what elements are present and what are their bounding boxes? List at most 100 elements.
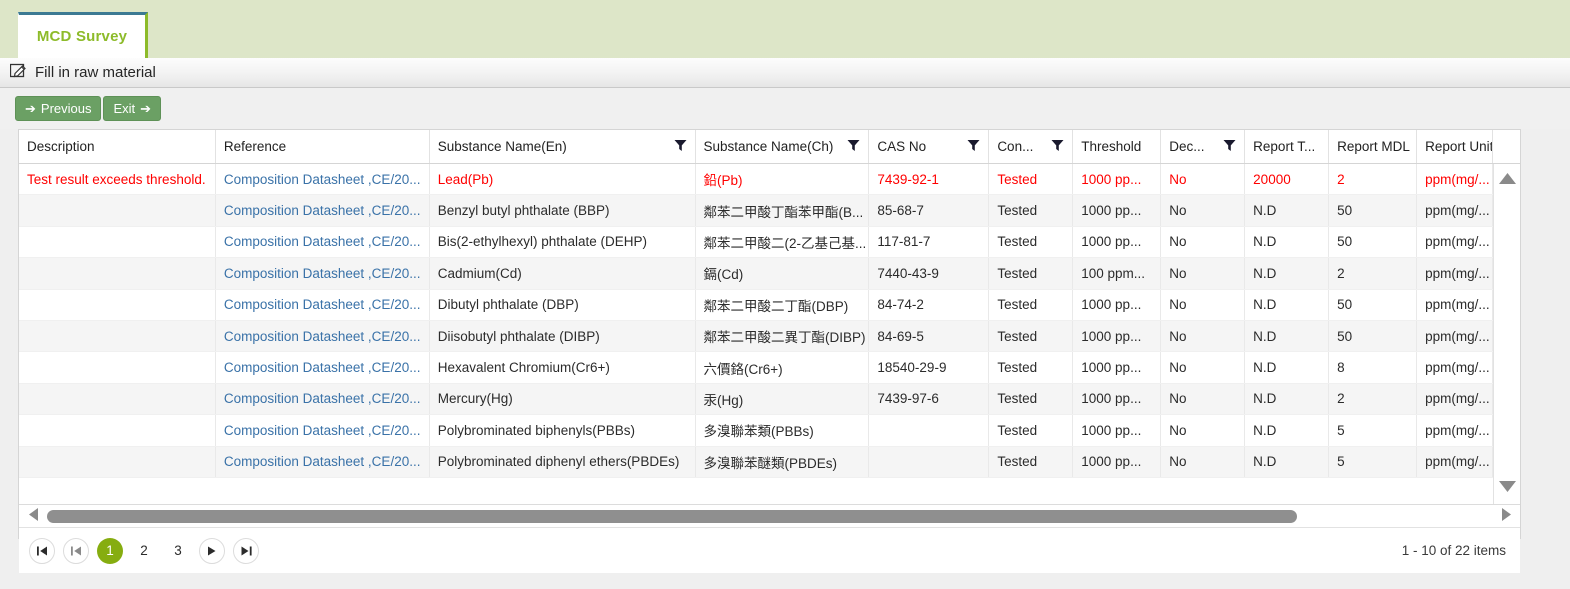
column-header-report-unit[interactable]: Report Unit	[1417, 130, 1494, 163]
cell-con: Tested	[989, 226, 1074, 258]
filter-funnel-icon[interactable]	[668, 139, 687, 155]
column-header-substance-name-ch[interactable]: Substance Name(Ch)	[696, 130, 870, 163]
cell-description	[19, 446, 216, 477]
cell-name-ch: 鄰苯二甲酸丁酯苯甲酯(B...	[696, 195, 870, 226]
cell-dec: No	[1161, 226, 1246, 258]
cell-description: Test result exceeds threshold.	[19, 164, 216, 195]
cell-con: Tested	[989, 195, 1074, 226]
cell-threshold: 1000 pp...	[1073, 289, 1162, 320]
column-header-report-t[interactable]: Report T...	[1245, 130, 1330, 163]
cell-report-mdl: 50	[1329, 289, 1418, 320]
cell-threshold: 100 ppm...	[1073, 258, 1162, 289]
column-header-cas-no[interactable]: CAS No	[869, 130, 990, 163]
cell-report-t: N.D	[1245, 226, 1330, 258]
horizontal-scrollbar[interactable]	[19, 504, 1520, 527]
hscroll-thumb[interactable]	[47, 509, 1297, 523]
cell-reference[interactable]: Composition Datasheet ,CE/20...	[216, 415, 430, 446]
cell-con: Tested	[989, 289, 1074, 320]
cell-report-mdl: 5	[1329, 446, 1418, 477]
table-row[interactable]: Composition Datasheet ,CE/20... Dibutyl p…	[19, 289, 1520, 321]
cell-name-en: Cadmium(Cd)	[430, 258, 696, 289]
table-row[interactable]: Composition Datasheet ,CE/20... Polybromi…	[19, 446, 1520, 478]
cell-reference[interactable]: Composition Datasheet ,CE/20...	[216, 383, 430, 415]
column-header-description[interactable]: Description	[19, 130, 216, 163]
scroll-left-icon[interactable]	[19, 507, 47, 525]
table-row[interactable]: Composition Datasheet ,CE/20... Diisobuty…	[19, 320, 1520, 353]
first-page-icon[interactable]	[29, 537, 55, 564]
column-header-threshold[interactable]: Threshold	[1073, 130, 1162, 163]
scroll-up-icon[interactable]	[1498, 172, 1517, 188]
filter-funnel-icon[interactable]	[961, 139, 980, 155]
table-row[interactable]: Composition Datasheet ,CE/20... Cadmium(C…	[19, 258, 1520, 290]
data-grid: Description Reference Substance Name(En) Su…	[18, 129, 1521, 573]
last-page-icon[interactable]	[233, 537, 259, 564]
table-row[interactable]: Composition Datasheet ,CE/20... Mercury(H…	[19, 383, 1520, 416]
hscroll-track[interactable]	[47, 509, 1492, 523]
cell-reference[interactable]: Composition Datasheet ,CE/20...	[216, 258, 430, 289]
column-header-report-mdl[interactable]: Report MDL	[1329, 130, 1418, 163]
tab-mcd-survey[interactable]: MCD Survey	[18, 12, 148, 58]
vertical-scrollbar[interactable]	[1493, 164, 1520, 504]
cell-reference[interactable]: Composition Datasheet ,CE/20...	[216, 164, 430, 195]
page-number-2[interactable]: 2	[131, 538, 157, 564]
cell-cas	[869, 415, 990, 446]
table-row[interactable]: Composition Datasheet ,CE/20... Polybromi…	[19, 415, 1520, 447]
cell-report-unit: ppm(mg/...	[1417, 415, 1494, 446]
cell-report-mdl: 50	[1329, 320, 1418, 352]
column-header-blank[interactable]	[1493, 130, 1520, 163]
cell-report-mdl: 8	[1329, 352, 1418, 383]
cell-name-ch: 鉛(Pb)	[696, 164, 870, 195]
cell-description	[19, 258, 216, 289]
table-row[interactable]: Composition Datasheet ,CE/20... Benzyl bu…	[19, 195, 1520, 227]
cell-reference[interactable]: Composition Datasheet ,CE/20...	[216, 352, 430, 383]
cell-description	[19, 352, 216, 383]
filter-funnel-icon[interactable]	[1217, 139, 1236, 155]
page-number-3[interactable]: 3	[165, 538, 191, 564]
cell-report-mdl: 50	[1329, 195, 1418, 226]
cell-cas	[869, 446, 990, 477]
cell-reference[interactable]: Composition Datasheet ,CE/20...	[216, 446, 430, 477]
pager-info: 1 - 10 of 22 items	[1401, 543, 1506, 558]
cell-report-t: N.D	[1245, 195, 1330, 226]
cell-reference[interactable]: Composition Datasheet ,CE/20...	[216, 289, 430, 320]
column-header-label: Con...	[997, 139, 1034, 154]
next-page-icon[interactable]	[199, 537, 225, 564]
scroll-right-icon[interactable]	[1492, 507, 1520, 525]
cell-report-t: N.D	[1245, 383, 1330, 415]
column-header-label: Report T...	[1253, 139, 1316, 154]
cell-reference[interactable]: Composition Datasheet ,CE/20...	[216, 195, 430, 226]
page-number-1[interactable]: 1	[97, 537, 123, 564]
column-header-label: Substance Name(En)	[437, 139, 567, 154]
cell-report-unit: ppm(mg/...	[1417, 320, 1494, 352]
cell-report-t: 20000	[1245, 164, 1330, 195]
scroll-down-icon[interactable]	[1498, 480, 1517, 496]
cell-name-en: Diisobutyl phthalate (DIBP)	[430, 320, 696, 352]
column-header-label: Reference	[223, 139, 287, 154]
filter-funnel-icon[interactable]	[841, 139, 860, 155]
cell-threshold: 1000 pp...	[1073, 415, 1162, 446]
table-row[interactable]: Composition Datasheet ,CE/20... Hexavalen…	[19, 352, 1520, 384]
table-row[interactable]: Test result exceeds threshold. Compositio…	[19, 164, 1520, 196]
exit-button[interactable]: Exit ➔	[103, 96, 162, 121]
cell-threshold: 1000 pp...	[1073, 164, 1162, 195]
edit-pencil-icon	[9, 62, 27, 84]
cell-report-t: N.D	[1245, 258, 1330, 289]
column-header-reference[interactable]: Reference	[216, 130, 430, 163]
column-header-dec[interactable]: Dec...	[1161, 130, 1246, 163]
column-header-con[interactable]: Con...	[989, 130, 1074, 163]
filter-funnel-icon[interactable]	[1045, 139, 1064, 155]
column-header-label: CAS No	[877, 139, 927, 154]
cell-report-mdl: 2	[1329, 164, 1418, 195]
cell-reference[interactable]: Composition Datasheet ,CE/20...	[216, 226, 430, 258]
table-row[interactable]: Composition Datasheet ,CE/20... Bis(2-eth…	[19, 226, 1520, 259]
prev-page-icon[interactable]	[63, 537, 89, 564]
arrow-right-icon: ➔	[140, 101, 152, 116]
cell-report-unit: ppm(mg/...	[1417, 352, 1494, 383]
column-header-substance-name-en[interactable]: Substance Name(En)	[430, 130, 696, 163]
cell-name-ch: 鄰苯二甲酸二丁酯(DBP)	[696, 289, 870, 320]
tab-label: MCD Survey	[36, 28, 128, 45]
cell-cas: 117-81-7	[869, 226, 990, 258]
previous-button[interactable]: ➔ Previous	[15, 96, 102, 121]
cell-reference[interactable]: Composition Datasheet ,CE/20...	[216, 320, 430, 352]
exit-button-label: Exit	[113, 101, 136, 116]
